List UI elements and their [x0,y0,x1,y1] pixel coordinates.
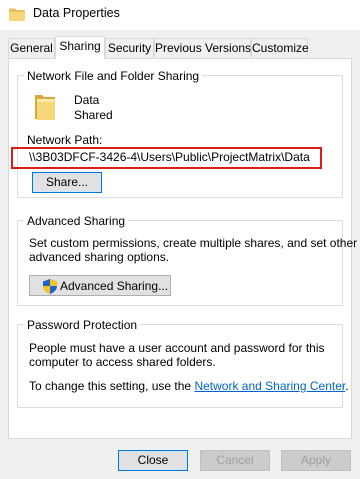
password-change-prefix: To change this setting, use the [29,379,192,393]
apply-button[interactable]: Apply [281,450,351,471]
folder-name: Data [74,93,100,107]
folder-icon [35,95,55,120]
tab-customize[interactable]: Customize [251,38,309,57]
tab-sharing[interactable]: Sharing [55,36,105,59]
share-button[interactable]: Share... [32,172,102,193]
network-sharing-center-link[interactable]: Network and Sharing Center [194,379,345,393]
close-button[interactable]: Close [118,450,188,471]
advanced-sharing-label: Advanced Sharing [24,214,129,228]
password-protection-label: Password Protection [24,318,141,332]
network-sharing-label: Network File and Folder Sharing [24,69,203,83]
network-path-value: \\3B03DFCF-3426-4\Users\Public\ProjectMa… [29,150,310,164]
password-change-text: To change this setting, use the Network … [29,379,349,393]
shield-icon [43,279,57,294]
password-line-2: computer to access shared folders. [29,355,216,369]
network-path-label: Network Path: [27,133,103,147]
tab-previous-versions[interactable]: Previous Versions [154,38,251,57]
advanced-sharing-button[interactable]: Advanced Sharing... [29,275,171,296]
share-status: Shared [74,108,113,122]
tab-security[interactable]: Security [105,38,154,57]
cancel-button[interactable]: Cancel [200,450,270,471]
advanced-sharing-button-label: Advanced Sharing... [60,279,169,293]
window-title: Data Properties [33,6,120,20]
password-change-suffix: . [345,379,349,393]
advanced-sharing-desc-1: Set custom permissions, create multiple … [29,236,358,250]
password-line-1: People must have a user account and pass… [29,341,325,355]
advanced-sharing-desc-2: advanced sharing options. [29,250,170,264]
folder-icon [9,8,25,21]
tab-general[interactable]: General [8,38,55,57]
